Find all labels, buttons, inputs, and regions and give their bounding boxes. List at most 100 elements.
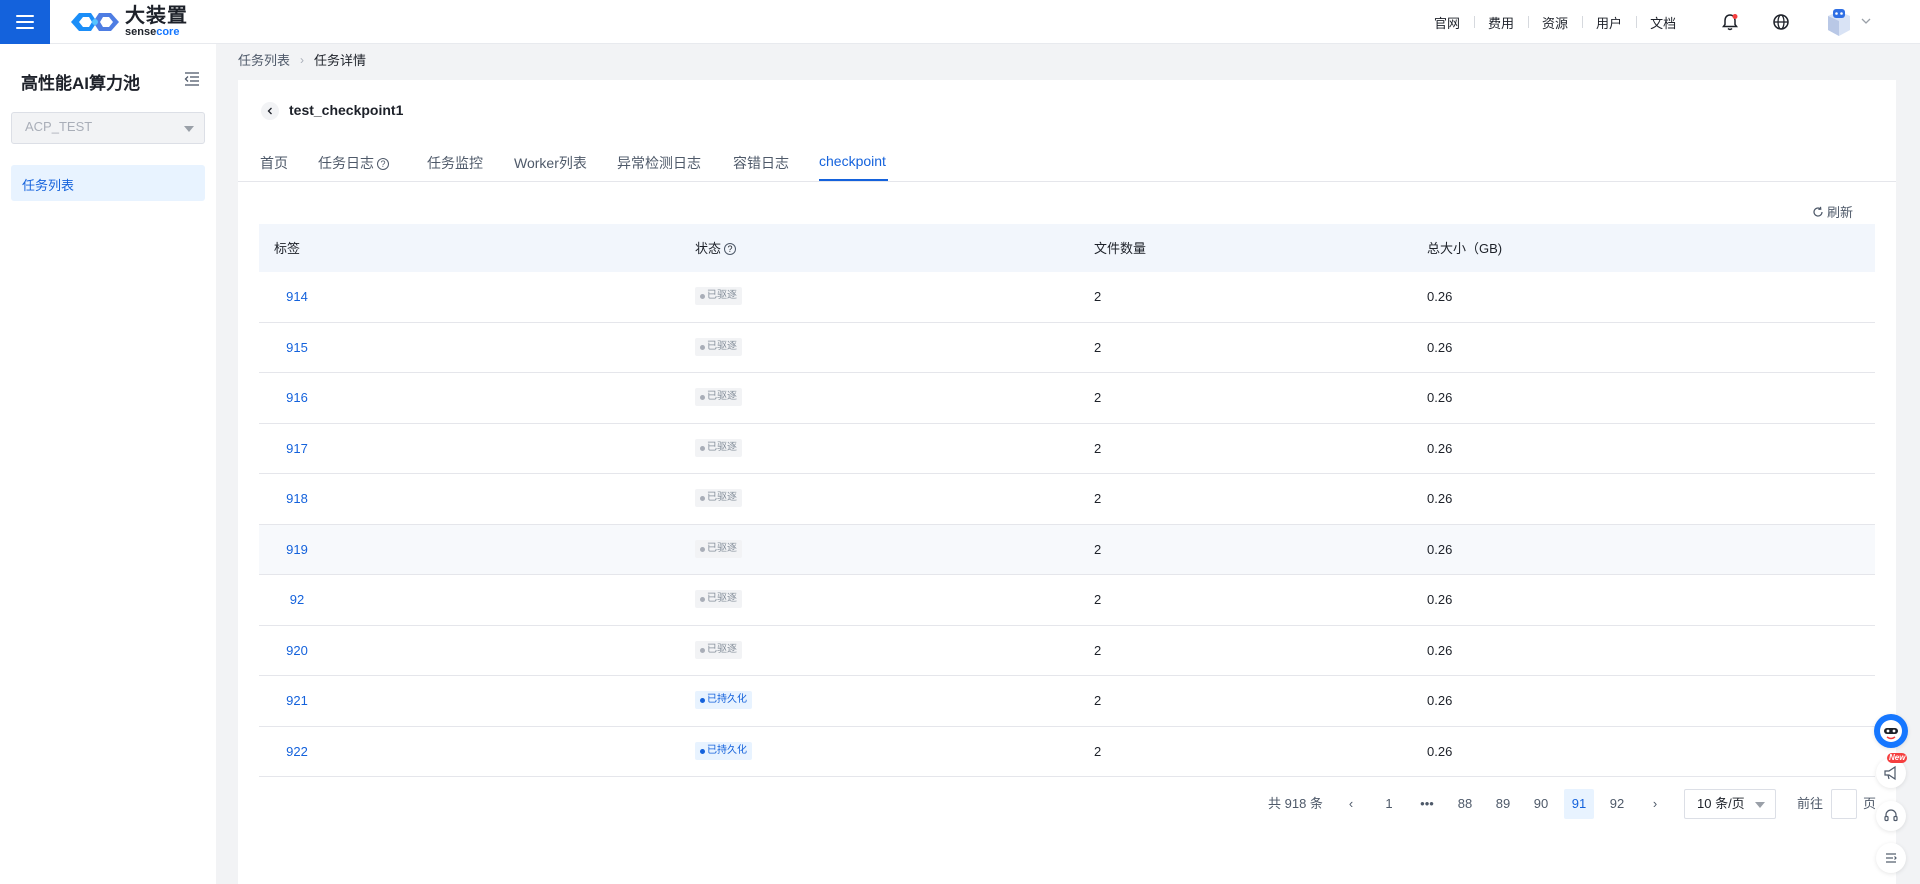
logo[interactable]: 大装置 sensecore bbox=[67, 6, 188, 38]
checkpoint-table: 标签 状态? 文件数量 总大小（GB) 914 已驱逐 2 0.26 915 已驱逐 2 0.… bbox=[259, 224, 1875, 777]
checkpoint-tag-link[interactable]: 918 bbox=[267, 491, 327, 506]
logo-mark-icon bbox=[71, 12, 119, 31]
tab-anomaly-log[interactable]: 异常检测日志 bbox=[617, 153, 701, 173]
tab-checkpoint[interactable]: checkpoint bbox=[819, 153, 886, 169]
tab-task-log[interactable]: 任务日志? bbox=[318, 153, 389, 173]
page-button[interactable]: 88 bbox=[1450, 789, 1480, 819]
prev-page-button[interactable]: ‹ bbox=[1336, 789, 1366, 819]
checkpoint-tag-link[interactable]: 920 bbox=[267, 643, 327, 658]
top-nav: 官网 费用 资源 用户 文档 bbox=[1420, 0, 1690, 44]
megaphone-icon bbox=[1884, 765, 1896, 781]
checkpoint-tag-link[interactable]: 922 bbox=[267, 744, 327, 759]
page-size-value: 10 条/页 bbox=[1697, 796, 1745, 811]
logo-subtitle: sensecore bbox=[125, 25, 180, 38]
status-badge: 已驱逐 bbox=[695, 388, 742, 406]
checkpoint-tag-link[interactable]: 914 bbox=[267, 289, 327, 304]
chevron-down-icon[interactable] bbox=[1860, 15, 1872, 27]
checkpoint-tag-link[interactable]: 92 bbox=[267, 592, 327, 607]
chevron-left-icon bbox=[267, 107, 272, 115]
menu-toggle-button[interactable] bbox=[0, 0, 50, 44]
total-size: 0.26 bbox=[1427, 390, 1453, 405]
assistant-button[interactable] bbox=[1874, 714, 1908, 748]
next-page-button[interactable]: › bbox=[1640, 789, 1670, 819]
collapse-sidebar-icon[interactable] bbox=[183, 70, 201, 88]
total-size: 0.26 bbox=[1427, 693, 1453, 708]
nav-link-docs[interactable]: 文档 bbox=[1636, 13, 1690, 32]
checkpoint-tag-link[interactable]: 921 bbox=[267, 693, 327, 708]
status-badge: 已驱逐 bbox=[695, 337, 742, 356]
column-header-tag: 标签 bbox=[274, 241, 301, 256]
checkpoint-tag-link[interactable]: 917 bbox=[267, 441, 327, 456]
checkpoint-tag-link[interactable]: 919 bbox=[267, 542, 327, 557]
page-size-select[interactable]: 10 条/页 bbox=[1684, 789, 1776, 819]
file-count: 2 bbox=[1094, 642, 1102, 658]
total-size: 0.26 bbox=[1427, 289, 1453, 304]
tab-worker-list[interactable]: Worker列表 bbox=[514, 153, 587, 173]
active-tab-indicator bbox=[819, 179, 888, 181]
top-header: 大装置 sensecore 官网 费用 资源 用户 文档 bbox=[0, 0, 1920, 44]
collapse-menu-icon bbox=[1886, 853, 1897, 863]
nav-link-users[interactable]: 用户 bbox=[1582, 13, 1636, 32]
goto-page-input[interactable] bbox=[1831, 789, 1857, 819]
file-count: 2 bbox=[1094, 339, 1102, 355]
caret-down-icon bbox=[184, 126, 194, 132]
nav-link-website[interactable]: 官网 bbox=[1420, 13, 1474, 32]
bell-icon[interactable] bbox=[1720, 12, 1740, 32]
page-button[interactable]: 90 bbox=[1526, 789, 1556, 819]
nav-link-resources[interactable]: 资源 bbox=[1528, 13, 1582, 32]
table-row: 921 已持久化 2 0.26 bbox=[259, 676, 1875, 727]
page-button[interactable]: 1 bbox=[1374, 789, 1404, 819]
checkpoint-tag-link[interactable]: 915 bbox=[267, 340, 327, 355]
help-icon[interactable]: ? bbox=[377, 158, 389, 170]
status-badge: 已驱逐 bbox=[695, 640, 742, 659]
checkpoint-tag-link[interactable]: 916 bbox=[267, 390, 327, 405]
refresh-icon bbox=[1813, 206, 1823, 217]
robot-icon bbox=[1880, 720, 1902, 742]
page-button[interactable]: 89 bbox=[1488, 789, 1518, 819]
total-size: 0.26 bbox=[1427, 440, 1453, 456]
table-row: 915 已驱逐 2 0.26 bbox=[259, 322, 1875, 373]
status-badge: 已持久化 bbox=[695, 741, 752, 760]
table-row: 914 已驱逐 2 0.26 bbox=[259, 272, 1875, 323]
pagination: 共 918 条 ‹ 1 ••• 88 89 90 91 92 › 10 条/页 … bbox=[0, 789, 1920, 819]
breadcrumb-current: 任务详情 bbox=[314, 53, 367, 68]
total-size: 0.26 bbox=[1427, 541, 1453, 557]
refresh-button[interactable]: 刷新 bbox=[1812, 202, 1853, 221]
status-badge: 已驱逐 bbox=[695, 539, 742, 558]
more-pages-button[interactable]: ••• bbox=[1412, 789, 1442, 819]
tab-task-monitor[interactable]: 任务监控 bbox=[427, 153, 483, 173]
breadcrumb-task-list[interactable]: 任务列表 bbox=[238, 50, 290, 69]
sidebar-title: 高性能AI算力池 bbox=[21, 74, 140, 93]
file-count: 2 bbox=[1094, 592, 1102, 607]
sidebar-item-task-list[interactable]: 任务列表 bbox=[11, 165, 205, 201]
status-badge: 已驱逐 bbox=[695, 438, 742, 457]
caret-down-icon bbox=[1755, 802, 1765, 808]
table-header: 标签 状态? 文件数量 总大小（GB) bbox=[259, 224, 1875, 272]
column-header-status: 状态? bbox=[695, 238, 737, 257]
file-count: 2 bbox=[1094, 743, 1102, 759]
pool-select[interactable]: ACP_TEST bbox=[11, 112, 205, 144]
status-badge: 已驱逐 bbox=[695, 590, 742, 608]
goto-suffix: 页 bbox=[1863, 796, 1877, 811]
task-detail-card: test_checkpoint1 首页 任务日志? 任务监控 Worker列表 … bbox=[238, 80, 1896, 884]
table-row: 918 已驱逐 2 0.26 bbox=[259, 474, 1875, 525]
tab-home[interactable]: 首页 bbox=[260, 153, 288, 173]
total-size: 0.26 bbox=[1427, 491, 1453, 506]
support-button[interactable] bbox=[1876, 801, 1906, 831]
column-header-files: 文件数量 bbox=[1094, 241, 1147, 256]
total-size: 0.26 bbox=[1427, 339, 1453, 355]
table-row: 917 已驱逐 2 0.26 bbox=[259, 423, 1875, 474]
avatar[interactable] bbox=[1822, 6, 1856, 38]
help-icon[interactable]: ? bbox=[724, 243, 737, 255]
total-size: 0.26 bbox=[1427, 642, 1453, 658]
page-button[interactable]: 92 bbox=[1602, 789, 1632, 819]
back-button[interactable] bbox=[261, 102, 279, 120]
total-size: 0.26 bbox=[1427, 743, 1453, 759]
tab-fault-tolerance-log[interactable]: 容错日志 bbox=[733, 153, 789, 173]
page-button-current[interactable]: 91 bbox=[1564, 789, 1594, 819]
total-size: 0.26 bbox=[1427, 592, 1453, 607]
nav-link-billing[interactable]: 费用 bbox=[1474, 13, 1528, 32]
task-title: test_checkpoint1 bbox=[289, 102, 404, 118]
globe-icon[interactable] bbox=[1771, 12, 1791, 32]
collapse-widgets-button[interactable] bbox=[1876, 843, 1906, 873]
